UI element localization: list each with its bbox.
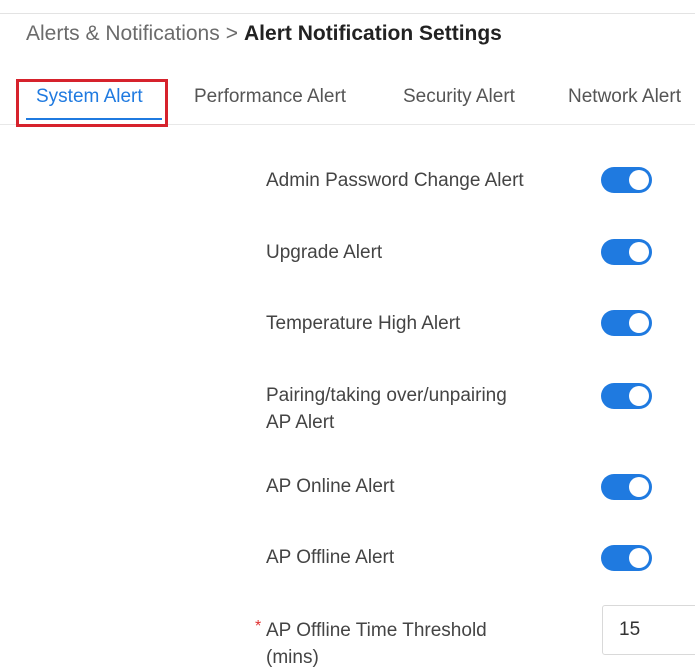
pairing-ap-alert-toggle[interactable] (601, 383, 652, 409)
pairing-ap-alert-label: Pairing/taking over/unpairing AP Alert (266, 383, 507, 435)
top-border (0, 13, 695, 14)
ap-offline-threshold-label-line2: (mins) (266, 647, 319, 668)
ap-offline-alert-label: AP Offline Alert (266, 547, 395, 568)
pairing-ap-alert-label-line2: AP Alert (266, 412, 335, 433)
temperature-high-alert-label: Temperature High Alert (266, 313, 461, 334)
admin-password-change-alert-label: Admin Password Change Alert (266, 170, 524, 191)
ap-online-alert-label: AP Online Alert (266, 476, 395, 497)
toggle-knob (629, 548, 649, 568)
toggle-knob (629, 386, 649, 406)
ap-offline-threshold-input[interactable] (602, 605, 695, 655)
ap-offline-threshold-label-line1: AP Offline Time Threshold (266, 620, 487, 641)
tab-security-alert[interactable]: Security Alert (403, 86, 515, 108)
toggle-knob (629, 313, 649, 333)
pairing-ap-alert-label-line1: Pairing/taking over/unpairing (266, 385, 507, 406)
ap-online-alert-toggle[interactable] (601, 474, 652, 500)
ap-offline-alert-toggle[interactable] (601, 545, 652, 571)
ap-offline-threshold-label: AP Offline Time Threshold (mins) (266, 618, 487, 670)
temperature-high-alert-toggle[interactable] (601, 310, 652, 336)
toggle-knob (629, 242, 649, 262)
highlight-annotation (16, 79, 168, 127)
toggle-knob (629, 170, 649, 190)
breadcrumb: Alerts & Notifications > Alert Notificatio… (26, 22, 502, 46)
breadcrumb-parent[interactable]: Alerts & Notifications (26, 22, 220, 45)
toggle-knob (629, 477, 649, 497)
page-title: Alert Notification Settings (244, 22, 502, 45)
tab-performance-alert[interactable]: Performance Alert (194, 86, 346, 108)
required-asterisk: * (255, 618, 262, 635)
upgrade-alert-toggle[interactable] (601, 239, 652, 265)
admin-password-change-alert-toggle[interactable] (601, 167, 652, 193)
tab-network-alert[interactable]: Network Alert (568, 86, 681, 108)
upgrade-alert-label: Upgrade Alert (266, 242, 383, 263)
breadcrumb-separator: > (225, 22, 239, 45)
